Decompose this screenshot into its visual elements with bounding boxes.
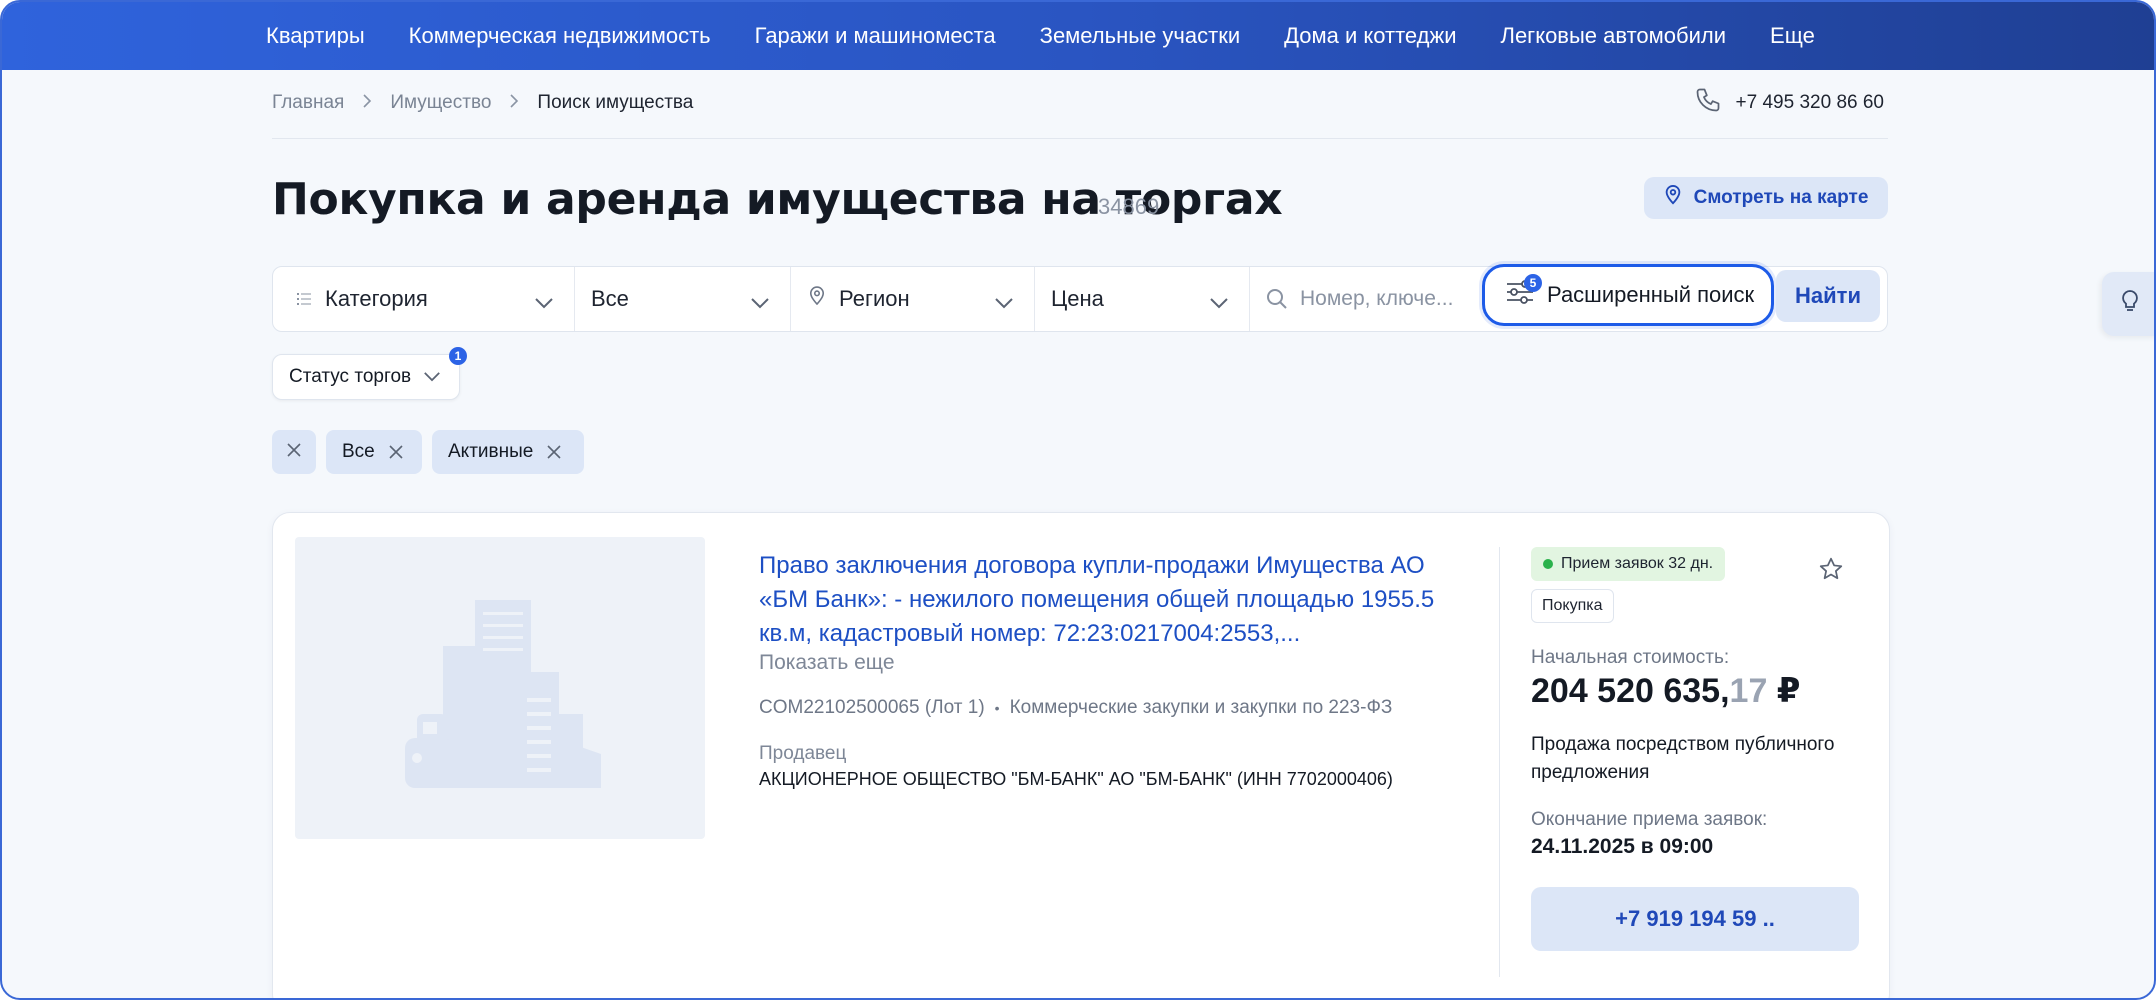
- nav-item-cars[interactable]: Легковые автомобили: [1501, 23, 1727, 49]
- auction-status-label: Статус торгов: [289, 366, 412, 387]
- chevron-right-icon: [509, 93, 519, 113]
- price-dropdown[interactable]: Цена: [1035, 267, 1250, 331]
- region-dropdown[interactable]: Регион: [791, 267, 1035, 331]
- show-phone-button[interactable]: +7 919 194 59 ..: [1531, 887, 1859, 951]
- chevron-down-icon: [994, 289, 1014, 315]
- find-button[interactable]: Найти: [1776, 270, 1880, 322]
- search-input[interactable]: [1300, 287, 1470, 311]
- region-label: Регион: [839, 286, 910, 311]
- filter-chip-active-label: Активные: [448, 441, 534, 462]
- filter-chip-all-label: Все: [342, 441, 375, 462]
- advanced-search-button[interactable]: Расширенный поиск: [1482, 264, 1774, 326]
- show-more-link[interactable]: Показать еще: [759, 651, 895, 675]
- building-placeholder-icon: [405, 600, 601, 788]
- nav-item-garages[interactable]: Гаражи и машиноместа: [755, 23, 996, 49]
- lot-card: Право заключения договора купли-продажи …: [272, 512, 1890, 998]
- close-icon: [287, 441, 301, 463]
- chevron-right-icon: [362, 93, 372, 113]
- view-on-map-button[interactable]: Смотреть на карте: [1644, 177, 1888, 219]
- start-price-label: Начальная стоимость:: [1531, 647, 1730, 668]
- bullet-separator: •: [994, 700, 1000, 716]
- filter-chip-all[interactable]: Все: [326, 430, 422, 474]
- contact-phone[interactable]: +7 495 320 86 60: [1694, 86, 1884, 120]
- nav-item-apartments[interactable]: Квартиры: [266, 23, 365, 49]
- status-dot-icon: [1543, 559, 1553, 569]
- lot-image-placeholder[interactable]: [295, 537, 705, 839]
- card-divider: [1499, 547, 1500, 977]
- deal-type-badge: Покупка: [1531, 589, 1614, 623]
- search-field[interactable]: [1250, 267, 1484, 331]
- price-kopecks: 17: [1729, 672, 1768, 710]
- close-icon[interactable]: [547, 445, 561, 459]
- price-main: 204 520 635,: [1531, 672, 1730, 710]
- header-divider: [272, 138, 1888, 139]
- close-icon[interactable]: [389, 445, 403, 459]
- chevron-down-icon: [750, 289, 770, 315]
- filter-chip-active[interactable]: Активные: [432, 430, 584, 474]
- favorite-star-icon[interactable]: [1813, 551, 1849, 587]
- page-frame: Квартиры Коммерческая недвижимость Гараж…: [0, 0, 2156, 1000]
- list-icon: [297, 286, 311, 312]
- tips-side-button[interactable]: [2102, 272, 2154, 336]
- breadcrumb-home[interactable]: Главная: [272, 92, 344, 114]
- phone-icon: [1694, 86, 1736, 120]
- seller-name: АКЦИОНЕРНОЕ ОБЩЕСТВО "БМ-БАНК" АО "БМ-БА…: [759, 769, 1393, 789]
- sale-type: Продажа посредством публичного предложен…: [1531, 734, 1835, 783]
- all-dropdown[interactable]: Все: [575, 267, 791, 331]
- all-label: Все: [591, 286, 629, 311]
- results-count: 34869: [1098, 194, 1160, 219]
- phone-number: +7 495 320 86 60: [1735, 92, 1884, 113]
- breadcrumb: Главная Имущество Поиск имущества: [272, 92, 693, 114]
- map-pin-icon: [1664, 184, 1694, 211]
- start-price: 204 520 635,17 ₽: [1531, 671, 1800, 711]
- price-label: Цена: [1051, 286, 1104, 311]
- auction-status-dropdown[interactable]: Статус торгов: [272, 354, 460, 400]
- lot-meta: COM22102500065 (Лот 1) • Коммерческие за…: [759, 697, 1392, 719]
- nav-item-more[interactable]: Еще: [1770, 23, 1815, 49]
- nav-item-houses[interactable]: Дома и коттеджи: [1284, 23, 1456, 49]
- status-badge-label: Прием заявок 32 дн.: [1561, 555, 1714, 572]
- lot-code: COM22102500065 (Лот 1): [759, 697, 985, 718]
- application-end-date: 24.11.2025 в 09:00: [1531, 835, 1714, 858]
- status-badge: Прием заявок 32 дн.: [1531, 547, 1726, 581]
- top-navigation: Квартиры Коммерческая недвижимость Гараж…: [2, 2, 2154, 70]
- category-label: Категория: [325, 286, 428, 311]
- lightbulb-icon: [2120, 289, 2140, 320]
- lot-title-link[interactable]: Право заключения договора купли-продажи …: [759, 549, 1459, 651]
- view-on-map-label: Смотреть на карте: [1693, 187, 1869, 208]
- map-pin-icon: [809, 286, 825, 312]
- chevron-down-icon: [423, 366, 441, 388]
- nav-item-land[interactable]: Земельные участки: [1040, 23, 1240, 49]
- breadcrumb-property[interactable]: Имущество: [390, 92, 491, 114]
- application-end-label: Окончание приема заявок:: [1531, 809, 1768, 830]
- auction-status-count-badge: 1: [449, 347, 467, 365]
- category-dropdown[interactable]: Категория: [273, 267, 575, 331]
- chevron-down-icon: [1209, 289, 1229, 315]
- procurement-type: Коммерческие закупки и закупки по 223-ФЗ: [1009, 697, 1393, 718]
- search-icon: [1266, 288, 1288, 310]
- chevron-down-icon: [534, 289, 554, 315]
- advanced-search-label: Расширенный поиск: [1547, 282, 1755, 307]
- currency-symbol: ₽: [1767, 672, 1801, 710]
- breadcrumb-current: Поиск имущества: [537, 92, 694, 113]
- clear-filters-chip[interactable]: [272, 430, 316, 474]
- seller-label: Продавец: [759, 743, 847, 764]
- nav-item-commercial[interactable]: Коммерческая недвижимость: [409, 23, 711, 49]
- advanced-search-count-badge: 5: [1524, 274, 1542, 292]
